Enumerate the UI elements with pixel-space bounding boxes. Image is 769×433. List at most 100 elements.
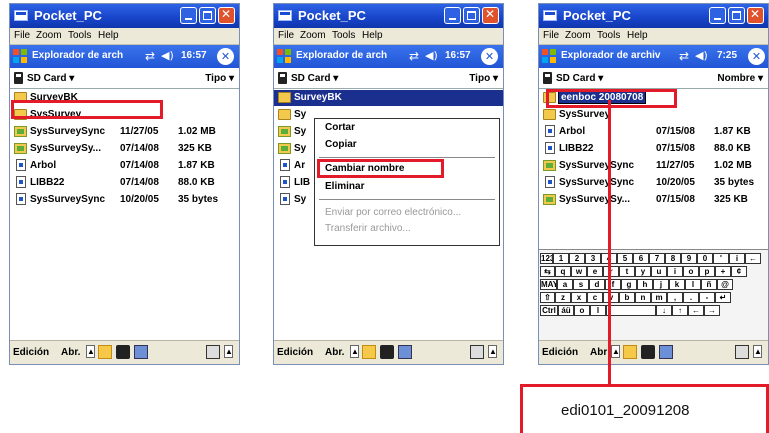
key[interactable]: d bbox=[589, 279, 605, 290]
list-item[interactable]: SysSurveySync 11/27/05 1.02 MB bbox=[10, 124, 239, 140]
close-x-icon[interactable]: ✕ bbox=[217, 48, 234, 65]
volume-icon[interactable]: ◀) bbox=[695, 49, 708, 62]
open-menu[interactable]: Abr. bbox=[325, 347, 344, 358]
windows-start-icon[interactable] bbox=[542, 49, 557, 64]
list-item[interactable]: LIBB22 07/14/08 88.0 KB bbox=[10, 175, 239, 191]
key[interactable]: ñ bbox=[701, 279, 717, 290]
key[interactable]: m bbox=[651, 292, 667, 303]
key[interactable]: ' bbox=[713, 253, 729, 264]
menu-help[interactable]: Help bbox=[362, 30, 383, 41]
key[interactable]: l bbox=[685, 279, 701, 290]
key[interactable]: c bbox=[587, 292, 603, 303]
key[interactable]: + bbox=[715, 266, 731, 277]
key[interactable]: ⇆ bbox=[540, 266, 555, 277]
clock[interactable]: 16:57 bbox=[181, 50, 207, 61]
menu-zoom[interactable]: Zoom bbox=[36, 30, 62, 41]
menu-zoom[interactable]: Zoom bbox=[565, 30, 591, 41]
location-dropdown[interactable]: SD Card ▾ bbox=[556, 73, 603, 84]
sync-icon[interactable]: ⇄ bbox=[409, 49, 419, 63]
sd-card-icon[interactable] bbox=[116, 345, 130, 359]
up-arrow-icon[interactable]: ▲ bbox=[86, 345, 95, 358]
minimize-button[interactable] bbox=[709, 7, 726, 24]
clock[interactable]: 16:57 bbox=[445, 50, 471, 61]
key[interactable]: i bbox=[667, 266, 683, 277]
key[interactable]: r bbox=[603, 266, 619, 277]
key[interactable]: MAY bbox=[540, 279, 557, 290]
menu-tools[interactable]: Tools bbox=[68, 30, 91, 41]
windows-start-icon[interactable] bbox=[277, 49, 292, 64]
list-item[interactable]: SysSurveySy... 07/14/08 325 KB bbox=[10, 141, 239, 157]
maximize-button[interactable] bbox=[463, 7, 480, 24]
sort-dropdown[interactable]: Tipo ▾ bbox=[205, 73, 234, 84]
key[interactable]: 1 bbox=[553, 253, 569, 264]
key[interactable]: 6 bbox=[633, 253, 649, 264]
key[interactable]: o bbox=[574, 305, 590, 316]
key[interactable]: t bbox=[619, 266, 635, 277]
key[interactable]: - bbox=[699, 292, 715, 303]
key[interactable]: ⇧ bbox=[540, 292, 555, 303]
menu-item-cut[interactable]: Cortar bbox=[325, 122, 355, 133]
key[interactable]: j bbox=[653, 279, 669, 290]
key[interactable]: h bbox=[637, 279, 653, 290]
menu-item-send-email[interactable]: Enviar por correo electrónico... bbox=[325, 207, 461, 218]
key[interactable]: n bbox=[635, 292, 651, 303]
close-x-icon[interactable]: ✕ bbox=[748, 48, 765, 65]
maximize-button[interactable] bbox=[728, 7, 745, 24]
edit-menu[interactable]: Edición bbox=[277, 347, 313, 358]
key[interactable]: 8 bbox=[665, 253, 681, 264]
menu-item-copy[interactable]: Copiar bbox=[325, 139, 357, 150]
key[interactable]: z bbox=[555, 292, 571, 303]
windows-start-icon[interactable] bbox=[13, 49, 28, 64]
location-dropdown[interactable]: SD Card ▾ bbox=[291, 73, 338, 84]
menu-help[interactable]: Help bbox=[98, 30, 119, 41]
edit-menu[interactable]: Edición bbox=[542, 347, 578, 358]
key[interactable]: b bbox=[619, 292, 635, 303]
close-x-icon[interactable]: ✕ bbox=[481, 48, 498, 65]
menu-tools[interactable]: Tools bbox=[597, 30, 620, 41]
key[interactable]: y bbox=[635, 266, 651, 277]
list-item[interactable]: Arbol 07/15/08 1.87 KB bbox=[539, 124, 768, 140]
open-menu[interactable]: Abr bbox=[590, 347, 607, 358]
key[interactable]: p bbox=[699, 266, 715, 277]
key[interactable]: l bbox=[590, 305, 606, 316]
folder-up-icon[interactable] bbox=[362, 345, 376, 359]
key[interactable]: i bbox=[729, 253, 745, 264]
location-dropdown[interactable]: SD Card ▾ bbox=[27, 73, 74, 84]
key[interactable]: v bbox=[603, 292, 619, 303]
sd-card-icon[interactable] bbox=[641, 345, 655, 359]
key[interactable]: e bbox=[587, 266, 603, 277]
key[interactable]: , bbox=[667, 292, 683, 303]
maximize-button[interactable] bbox=[199, 7, 216, 24]
sync-icon[interactable]: ⇄ bbox=[145, 49, 155, 63]
key[interactable]: ¢ bbox=[731, 266, 747, 277]
sort-dropdown[interactable]: Tipo ▾ bbox=[469, 73, 498, 84]
sd-card-icon[interactable] bbox=[380, 345, 394, 359]
key[interactable]: 3 bbox=[585, 253, 601, 264]
minimize-button[interactable] bbox=[180, 7, 197, 24]
key[interactable]: ← bbox=[745, 253, 761, 264]
list-item[interactable]: SysSurveySync 10/20/05 35 bytes bbox=[10, 192, 239, 208]
key[interactable]: ↵ bbox=[715, 292, 731, 303]
volume-icon[interactable]: ◀) bbox=[425, 49, 438, 62]
keyboard-icon[interactable] bbox=[470, 345, 484, 359]
sort-dropdown[interactable]: Nombre ▾ bbox=[717, 73, 763, 84]
key[interactable] bbox=[606, 305, 656, 316]
list-item[interactable]: SysSurvey bbox=[539, 107, 768, 123]
key[interactable]: . bbox=[683, 292, 699, 303]
open-menu[interactable]: Abr. bbox=[61, 347, 80, 358]
close-button[interactable] bbox=[218, 7, 235, 24]
key[interactable]: a bbox=[557, 279, 573, 290]
key[interactable]: 0 bbox=[697, 253, 713, 264]
list-item[interactable]: Arbol 07/14/08 1.87 KB bbox=[10, 158, 239, 174]
key[interactable]: ↓ bbox=[656, 305, 672, 316]
edit-menu[interactable]: Edición bbox=[13, 347, 49, 358]
key[interactable]: s bbox=[573, 279, 589, 290]
key[interactable]: @ bbox=[717, 279, 733, 290]
key[interactable]: Ctrl bbox=[540, 305, 558, 316]
list-item[interactable]: LIBB22 07/15/08 88.0 KB bbox=[539, 141, 768, 157]
keyboard-icon[interactable] bbox=[735, 345, 749, 359]
menu-zoom[interactable]: Zoom bbox=[300, 30, 326, 41]
menu-file[interactable]: File bbox=[543, 30, 559, 41]
key[interactable]: u bbox=[651, 266, 667, 277]
properties-icon[interactable] bbox=[659, 345, 673, 359]
